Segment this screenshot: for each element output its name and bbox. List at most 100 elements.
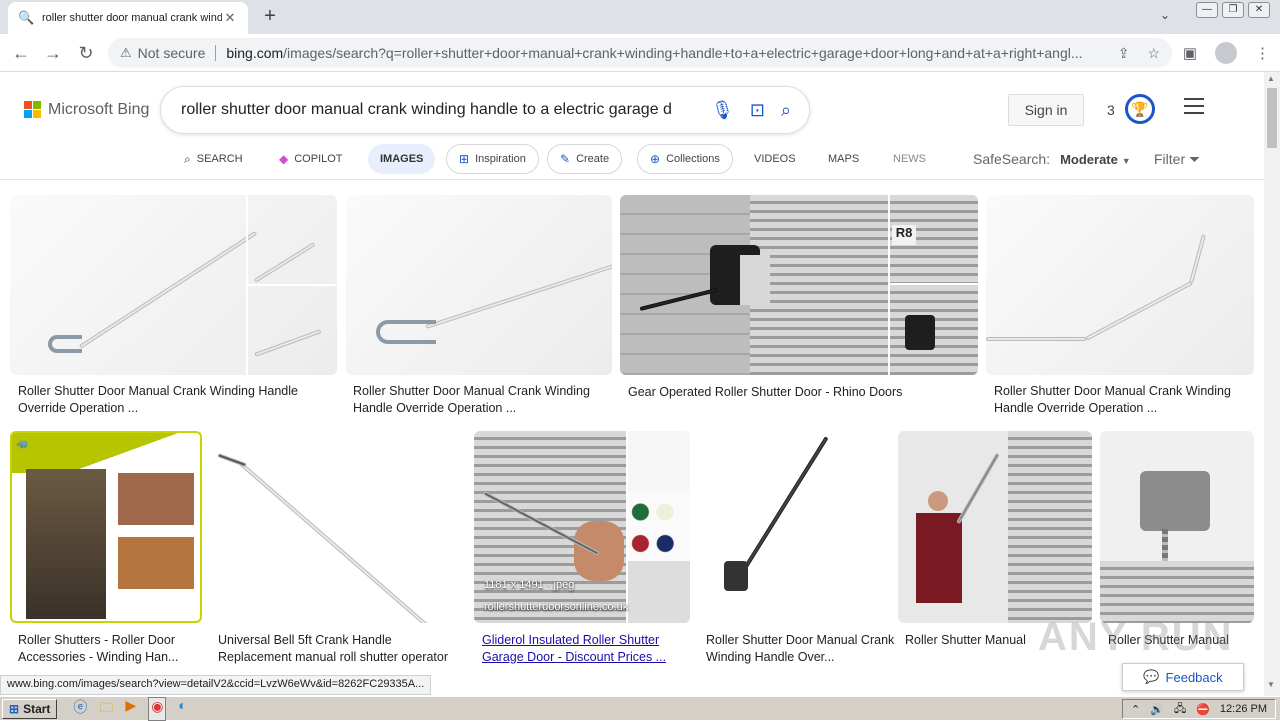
result-caption[interactable]: Roller Shutter Door Manual Crank Winding… <box>353 383 603 417</box>
result-image[interactable] <box>698 431 890 623</box>
start-button[interactable]: ⊞ Start <box>2 698 58 719</box>
back-arrow-icon[interactable]: ← <box>10 42 32 64</box>
tab-images[interactable]: IMAGES <box>368 144 436 174</box>
tab-search-label: SEARCH <box>196 153 243 165</box>
filter-label: Filter <box>1154 151 1186 167</box>
bing-logo[interactable]: Microsoft Bing <box>24 101 149 119</box>
create-button[interactable]: ✎ Create <box>547 144 623 174</box>
forward-arrow-icon[interactable]: → <box>42 42 64 64</box>
result-caption[interactable]: Roller Shutter Door Manual Crank Winding… <box>18 383 318 417</box>
tab-images-label: IMAGES <box>380 153 424 165</box>
result-caption-link[interactable]: Gliderol Insulated Roller Shutter Garage… <box>482 632 682 666</box>
inspiration-label: Inspiration <box>475 153 526 165</box>
profile-avatar[interactable] <box>1215 42 1237 64</box>
tab-videos-label: VIDEOS <box>754 153 796 165</box>
tab-maps[interactable]: MAPS <box>828 144 859 174</box>
result-caption[interactable]: Universal Bell 5ft Crank Handle Replacem… <box>218 632 468 666</box>
tab-news[interactable]: NEWS <box>893 144 926 174</box>
tab-videos[interactable]: VIDEOS <box>754 144 796 174</box>
hamburger-menu-icon[interactable] <box>1184 98 1204 119</box>
url-host: bing.com <box>226 45 284 61</box>
side-panel-icon[interactable]: ▣ <box>1183 44 1197 62</box>
result-image[interactable] <box>898 431 1092 623</box>
brand-name: Microsoft Bing <box>48 101 150 118</box>
safesearch-dropdown[interactable]: SafeSearch: Moderate ▼ <box>973 151 1131 167</box>
start-label: Start <box>23 701 51 716</box>
scroll-up-arrow-icon[interactable]: ▲ <box>1267 74 1275 83</box>
result-caption[interactable]: Roller Shutter Door Manual Crank Winding… <box>994 383 1244 417</box>
result-image[interactable] <box>986 195 1254 375</box>
result-image[interactable]: 1181 x 1491 · jpeg rollershutterdoorsonl… <box>474 431 690 623</box>
vertical-scrollbar[interactable]: ▲ ▼ <box>1264 72 1280 696</box>
create-icon: ✎ <box>560 152 571 166</box>
visual-search-icon[interactable]: ⊡ <box>750 100 765 121</box>
media-player-icon[interactable]: ▶ <box>125 697 136 721</box>
edge-icon[interactable]: ◐ <box>178 697 186 721</box>
reload-icon[interactable]: ↻ <box>75 42 97 64</box>
url-text[interactable]: bing.com/images/search?q=roller+shutter+… <box>226 45 1107 61</box>
browser-toolbar: ← → ↻ ⚠ Not secure bing.com/images/searc… <box>0 34 1280 72</box>
browser-tab[interactable]: 🔍 roller shutter door manual crank windi… <box>8 2 248 34</box>
search-favicon-icon: 🔍 <box>18 10 35 25</box>
microphone-icon[interactable]: 🎙 <box>711 100 734 121</box>
tab-close-icon[interactable]: ✕ <box>222 10 238 26</box>
ie-icon[interactable]: ⓔ <box>73 697 87 721</box>
tab-title: roller shutter door manual crank winding… <box>42 12 222 24</box>
browser-menu-icon[interactable]: ⋮ <box>1255 44 1270 62</box>
result-caption[interactable]: Gear Operated Roller Shutter Door - Rhin… <box>628 384 958 401</box>
result-caption[interactable]: Roller Shutters - Roller Door Accessorie… <box>18 632 198 666</box>
bookmark-star-icon[interactable]: ☆ <box>1147 45 1160 62</box>
scroll-down-arrow-icon[interactable]: ▼ <box>1267 680 1275 689</box>
collections-icon: ⊕ <box>650 152 661 166</box>
collections-button[interactable]: ⊕ Collections <box>637 144 733 174</box>
image-source-meta[interactable]: rollershutterdoorsonline.co.uk <box>484 601 628 613</box>
result-image[interactable] <box>1100 431 1254 623</box>
result-image[interactable] <box>10 195 337 375</box>
result-image[interactable]: 🦏 <box>10 431 202 623</box>
share-icon[interactable]: ⇪ <box>1118 45 1130 62</box>
tab-search-chevron-icon[interactable]: ⌄ <box>1160 8 1170 22</box>
search-input[interactable]: roller shutter door manual crank winding… <box>181 101 695 119</box>
result-caption[interactable]: Roller Shutter Door Manual Crank Winding… <box>706 632 896 666</box>
result-image[interactable] <box>346 195 612 375</box>
system-tray: ⌃ 🔊 🖧 ⛔ 12:26 PM <box>1122 699 1276 719</box>
security-icon[interactable]: ⛔ <box>1196 703 1210 716</box>
browser-tab-strip: 🔍 roller shutter door manual crank windi… <box>0 0 1280 34</box>
address-bar[interactable]: ⚠ Not secure bing.com/images/search?q=ro… <box>108 38 1172 68</box>
feedback-button[interactable]: 💬 Feedback <box>1122 663 1244 691</box>
chrome-icon[interactable]: ◉ <box>148 696 167 721</box>
tab-search[interactable]: ⌕ SEARCH <box>184 144 243 174</box>
result-image[interactable] <box>210 431 466 623</box>
new-tab-button[interactable]: + <box>258 4 282 28</box>
tab-copilot[interactable]: ◆ COPILOT <box>279 144 343 174</box>
safesearch-value: Moderate <box>1060 152 1118 167</box>
filter-button[interactable]: Filter ⏷ <box>1154 151 1200 168</box>
minimize-button[interactable]: — <box>1196 2 1218 18</box>
folder-icon[interactable]: 🗀 <box>99 697 113 721</box>
search-box[interactable]: roller shutter door manual crank winding… <box>160 86 810 134</box>
rewards-trophy-icon[interactable]: 🏆 <box>1125 94 1155 124</box>
search-scope-icon: ⌕ <box>184 151 191 166</box>
inspiration-button[interactable]: ⊞ Inspiration <box>446 144 539 174</box>
tab-news-label: NEWS <box>893 153 926 165</box>
create-label: Create <box>576 153 610 165</box>
tab-maps-label: MAPS <box>828 153 860 165</box>
search-icon[interactable]: ⌕ <box>781 100 791 121</box>
restore-button[interactable]: ❐ <box>1222 2 1244 18</box>
scrollbar-thumb[interactable] <box>1267 88 1277 148</box>
omnibox-divider <box>215 45 217 61</box>
close-window-button[interactable]: ✕ <box>1248 2 1270 18</box>
filter-funnel-icon: ⏷ <box>1189 151 1201 167</box>
sign-in-button[interactable]: Sign in <box>1008 94 1084 126</box>
collections-label: Collections <box>666 153 720 165</box>
rewards-count[interactable]: 3 <box>1107 102 1115 118</box>
clock[interactable]: 12:26 PM <box>1220 703 1267 715</box>
windows-taskbar: ⊞ Start ⓔ 🗀 ▶ ◉ ◐ ⌃ 🔊 🖧 ⛔ 12:26 PM <box>0 696 1280 721</box>
feedback-label: Feedback <box>1165 669 1223 685</box>
chevron-down-icon: ▼ <box>1121 156 1131 166</box>
r8-sign: R8 <box>892 225 916 245</box>
volume-icon[interactable]: 🔊 <box>1150 703 1164 716</box>
result-image[interactable]: R8 <box>620 195 978 375</box>
tray-expand-icon[interactable]: ⌃ <box>1131 703 1140 716</box>
network-icon[interactable]: 🖧 <box>1174 700 1186 719</box>
